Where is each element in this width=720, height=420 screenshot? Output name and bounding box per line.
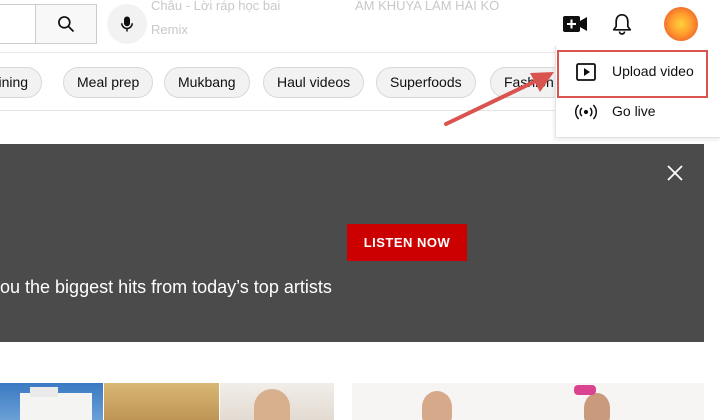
search-icon <box>58 16 75 33</box>
top-header: Châu - Lời ráp học bai Remix ÂM KHUYA LẢ… <box>0 0 720 50</box>
voice-search-button[interactable] <box>107 4 147 44</box>
chip-mukbang[interactable]: Mukbang <box>164 67 250 98</box>
background-video-title-line-2: Remix <box>151 22 188 37</box>
microphone-icon <box>121 16 133 32</box>
listen-now-button[interactable]: LISTEN NOW <box>347 224 467 261</box>
video-thumbnail[interactable] <box>220 383 334 420</box>
search-button[interactable] <box>35 4 97 44</box>
avatar[interactable] <box>664 7 698 41</box>
create-button[interactable] <box>561 10 589 38</box>
chip-haul-videos[interactable]: Haul videos <box>263 67 365 98</box>
video-camera-plus-icon <box>563 16 587 32</box>
background-video-title: Châu - Lời ráp học bai <box>151 0 281 13</box>
go-live-label: Go live <box>612 103 656 119</box>
chip-superfoods[interactable]: Superfoods <box>376 67 476 98</box>
chip-meal-prep[interactable]: Meal prep <box>63 67 154 98</box>
notifications-button[interactable] <box>608 10 636 38</box>
chip-training[interactable]: Training <box>0 67 43 98</box>
banner-text: ou the biggest hits from today’s top art… <box>0 277 332 297</box>
live-broadcast-icon <box>574 102 598 122</box>
promo-banner: LISTEN NOW ou the biggest hits from toda… <box>0 144 704 342</box>
close-icon <box>667 165 683 181</box>
search-input[interactable] <box>0 4 35 44</box>
video-thumbnail[interactable] <box>352 383 704 420</box>
banner-close-button[interactable] <box>663 161 687 185</box>
video-thumbnail[interactable] <box>104 383 219 420</box>
annotation-highlight-box <box>557 50 708 98</box>
video-thumbnail[interactable] <box>0 383 103 420</box>
bell-icon <box>612 13 632 35</box>
background-video-title-right: ÂM KHUYA LẢM HẢI KÔ <box>355 0 500 13</box>
